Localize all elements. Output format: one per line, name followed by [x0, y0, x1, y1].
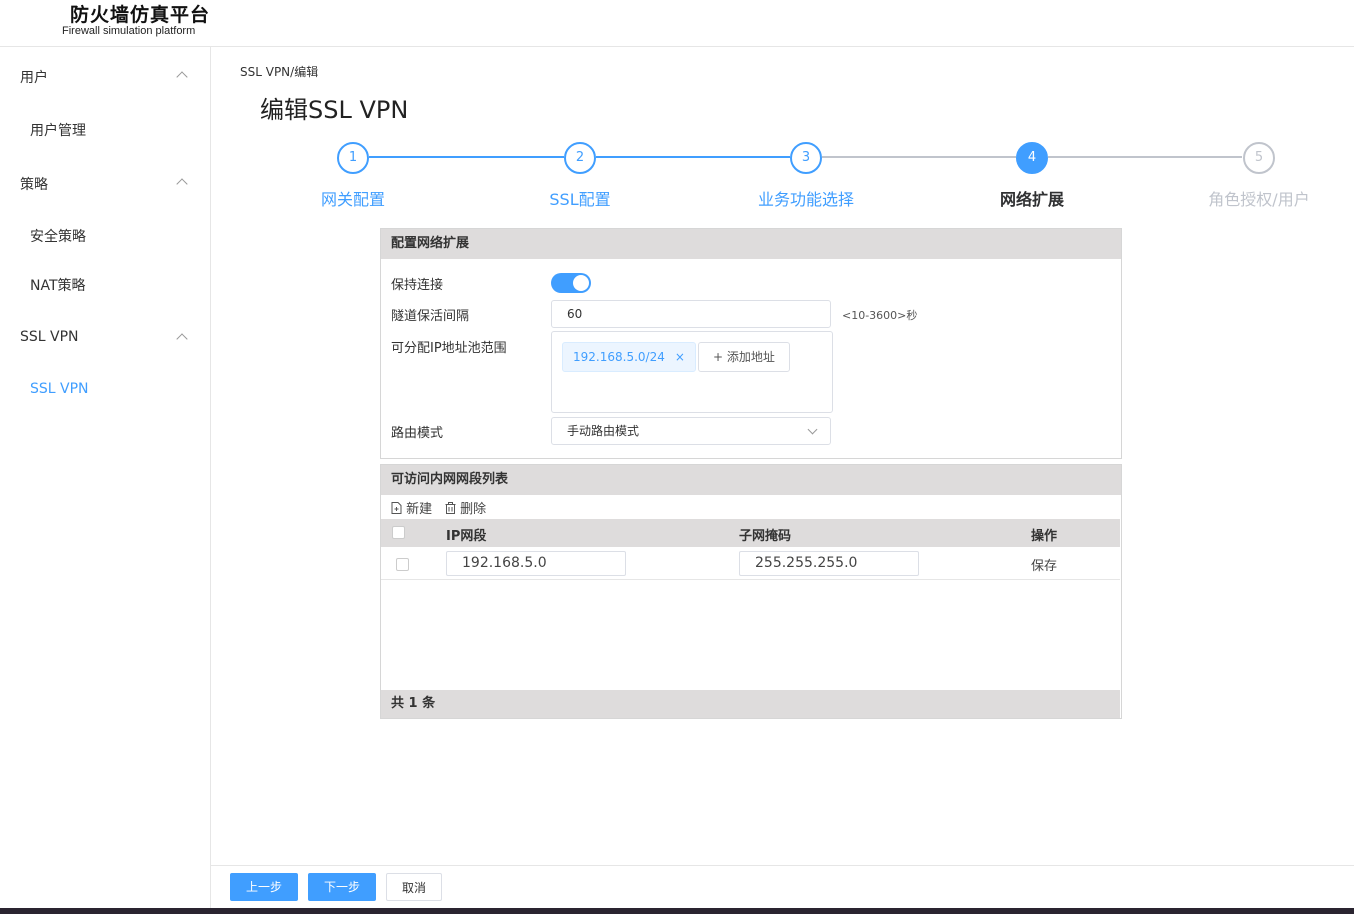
chevron-up-icon[interactable]	[176, 333, 188, 345]
chevron-down-icon	[807, 424, 818, 435]
step-connector	[369, 156, 564, 158]
step-connector	[822, 156, 1016, 158]
table-total: 共 1 条	[381, 690, 1120, 718]
sidebar: 用户 用户管理 策略 安全策略 NAT策略 SSL VPN SSL VPN	[0, 47, 211, 914]
new-file-icon	[391, 502, 402, 514]
chevron-up-icon[interactable]	[176, 178, 188, 190]
ip-segment-input[interactable]: 192.168.5.0	[446, 551, 626, 576]
row-divider	[381, 579, 1120, 580]
step-5-label: 角色授权/用户	[1208, 190, 1310, 209]
step-2-circle: 2	[564, 142, 596, 174]
intranet-segment-panel: 可访问内网网段列表 新建 删除 IP网段 子网掩码 操作 192.168.5.0…	[380, 464, 1122, 719]
step-5-circle: 5	[1243, 142, 1275, 174]
column-header-ip: IP网段	[446, 529, 487, 544]
step-connector	[1048, 156, 1242, 158]
route-mode-select[interactable]: 手动路由模式	[551, 417, 831, 445]
column-header-action: 操作	[1031, 529, 1058, 544]
sidebar-item-security-policy[interactable]: 安全策略	[30, 226, 86, 246]
breadcrumb: SSL VPN/编辑	[240, 65, 319, 79]
sidebar-group-policy[interactable]: 策略	[20, 174, 48, 194]
route-mode-value: 手动路由模式	[567, 424, 640, 438]
step-2-label: SSL配置	[549, 190, 611, 209]
bottom-action-bar: 上一步 下一步 取消	[211, 865, 1354, 908]
sidebar-item-nat-policy[interactable]: NAT策略	[30, 275, 86, 295]
os-taskbar	[0, 908, 1354, 914]
panel-title: 可访问内网网段列表	[381, 465, 1121, 495]
keep-alive-toggle[interactable]	[551, 273, 591, 293]
step-4-label: 网络扩展	[999, 190, 1064, 209]
column-header-mask: 子网掩码	[739, 529, 792, 544]
ip-pool-tag-label: 192.168.5.0/24	[573, 350, 665, 364]
step-3-label: 业务功能选择	[757, 190, 854, 209]
step-1-circle: 1	[337, 142, 369, 174]
tunnel-interval-hint: <10-3600>秒	[842, 309, 918, 322]
step-connector	[596, 156, 790, 158]
next-step-button[interactable]: 下一步	[308, 873, 376, 901]
new-button-label: 新建	[406, 502, 433, 517]
subnet-mask-input[interactable]: 255.255.255.0	[739, 551, 919, 576]
step-1-label: 网关配置	[320, 190, 385, 209]
step-4-circle: 4	[1016, 142, 1048, 174]
sidebar-item-user-management[interactable]: 用户管理	[30, 120, 86, 140]
delete-button-label: 删除	[460, 502, 487, 517]
trash-icon	[445, 502, 456, 514]
ip-pool-label: 可分配IP地址池范围	[391, 341, 507, 356]
app-title: 防火墙仿真平台	[70, 4, 211, 26]
ip-pool-tag: 192.168.5.0/24 ×	[562, 342, 696, 372]
row-checkbox[interactable]	[396, 558, 409, 571]
toggle-knob	[573, 275, 589, 291]
sidebar-group-user[interactable]: 用户	[20, 67, 48, 87]
sidebar-item-ssl-vpn[interactable]: SSL VPN	[30, 381, 89, 397]
tunnel-interval-input[interactable]: 60	[551, 300, 831, 328]
page-title: 编辑SSL VPN	[260, 96, 409, 124]
route-mode-label: 路由模式	[391, 426, 444, 441]
keep-alive-label: 保持连接	[391, 278, 444, 293]
app-subtitle: Firewall simulation platform	[62, 25, 196, 37]
close-icon[interactable]: ×	[675, 350, 685, 364]
step-3-circle: 3	[790, 142, 822, 174]
chevron-up-icon[interactable]	[176, 71, 188, 83]
save-row-button[interactable]: 保存	[1031, 555, 1057, 574]
add-address-button[interactable]: + 添加地址	[698, 342, 790, 372]
sidebar-group-ssl-vpn[interactable]: SSL VPN	[20, 329, 79, 345]
table-header: IP网段 子网掩码 操作	[381, 519, 1120, 547]
new-button[interactable]: 新建	[391, 498, 432, 517]
prev-step-button[interactable]: 上一步	[230, 873, 298, 901]
app-header: 防火墙仿真平台 Firewall simulation platform	[0, 0, 1354, 47]
tunnel-interval-label: 隧道保活间隔	[391, 309, 470, 324]
cancel-button[interactable]: 取消	[386, 873, 442, 901]
ip-pool-box[interactable]: 192.168.5.0/24 × + 添加地址	[551, 331, 833, 413]
select-all-checkbox[interactable]	[392, 526, 405, 539]
network-extension-panel: 配置网络扩展 保持连接 隧道保活间隔 60 <10-3600>秒 可分配IP地址…	[380, 228, 1122, 459]
panel-title: 配置网络扩展	[381, 229, 1121, 259]
delete-button[interactable]: 删除	[445, 498, 486, 517]
